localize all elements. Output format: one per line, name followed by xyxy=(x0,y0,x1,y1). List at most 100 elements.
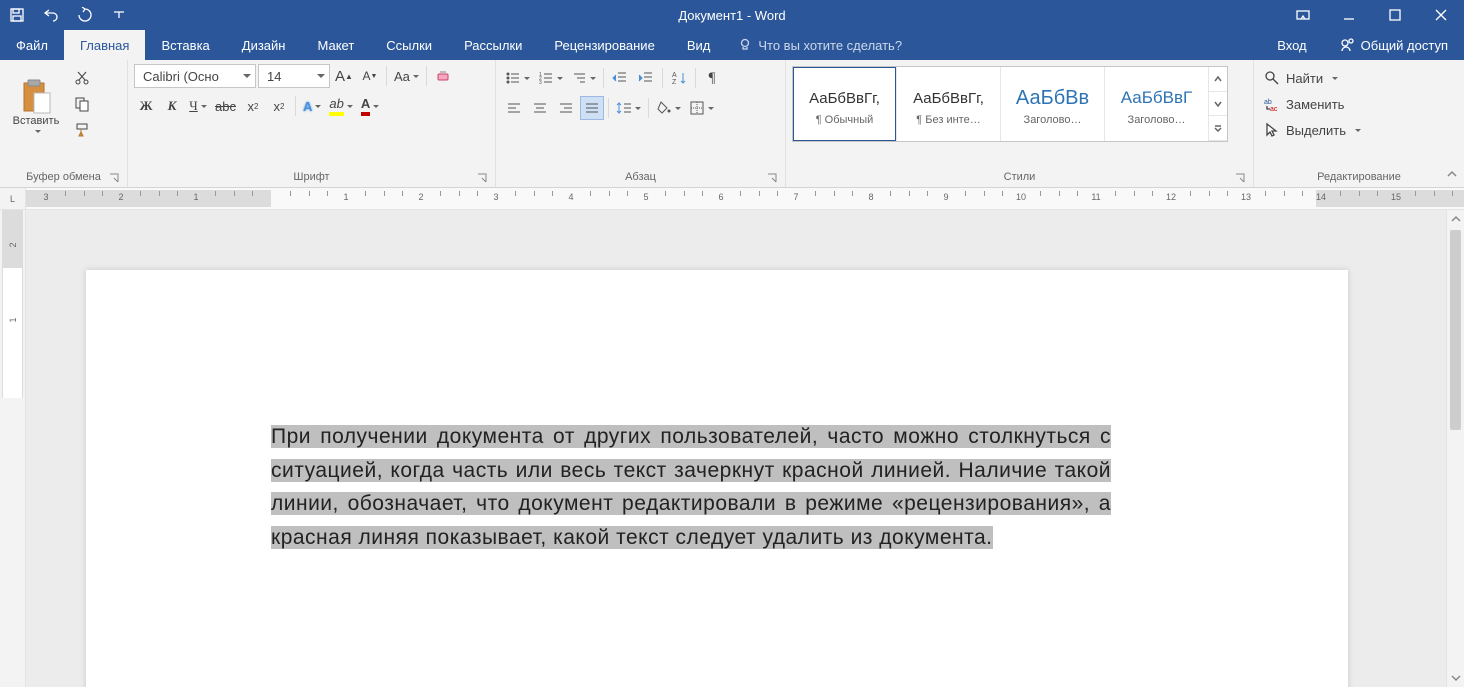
bucket-icon xyxy=(656,100,672,116)
group-clipboard: Вставить Буфер обмена xyxy=(0,60,128,187)
multilevel-icon xyxy=(571,70,587,86)
align-left-button[interactable] xyxy=(502,96,526,120)
vertical-ruler[interactable]: 2 1 xyxy=(0,210,26,687)
decrease-indent-button[interactable] xyxy=(608,66,632,90)
bold-button[interactable]: Ж xyxy=(134,94,158,118)
font-name-combo[interactable]: Calibri (Осно xyxy=(134,64,256,88)
strikethrough-button[interactable]: abc xyxy=(212,94,239,118)
page-viewport[interactable]: При получении документа от других пользо… xyxy=(26,210,1446,687)
scroll-down-icon[interactable] xyxy=(1447,669,1464,687)
tab-insert[interactable]: Вставка xyxy=(145,30,225,60)
numbering-icon: 123 xyxy=(538,70,554,86)
dialog-launcher-icon[interactable] xyxy=(475,171,489,185)
shading-button[interactable] xyxy=(653,96,684,120)
grow-font-button[interactable]: A▲ xyxy=(332,64,356,88)
shrink-font-button[interactable]: A▼ xyxy=(358,64,382,88)
ruler-bar: L 3211234567891011121314151617 xyxy=(0,188,1464,210)
numbering-button[interactable]: 123 xyxy=(535,66,566,90)
clipboard-icon xyxy=(20,79,52,115)
gallery-nav xyxy=(1209,67,1227,141)
font-color-button[interactable]: A xyxy=(358,94,382,118)
change-case-button[interactable]: Aa xyxy=(391,64,422,88)
scroll-thumb[interactable] xyxy=(1450,230,1461,430)
close-icon[interactable] xyxy=(1418,0,1464,30)
show-marks-button[interactable]: ¶ xyxy=(700,66,724,90)
line-spacing-button[interactable] xyxy=(613,96,644,120)
tab-mailings[interactable]: Рассылки xyxy=(448,30,538,60)
format-painter-button[interactable] xyxy=(70,118,94,142)
dialog-launcher-icon[interactable] xyxy=(107,171,121,185)
tab-review[interactable]: Рецензирование xyxy=(538,30,670,60)
style-heading2[interactable]: АаБбВвГЗаголово… xyxy=(1105,67,1209,141)
signin-link[interactable]: Вход xyxy=(1261,30,1322,60)
qat-customize-icon[interactable] xyxy=(102,0,136,30)
superscript-button[interactable]: x2 xyxy=(267,94,291,118)
text-effects-button[interactable]: A xyxy=(300,94,324,118)
tab-view[interactable]: Вид xyxy=(671,30,727,60)
collapse-ribbon-icon[interactable] xyxy=(1446,168,1458,183)
underline-button[interactable]: Ч xyxy=(186,94,210,118)
align-center-icon xyxy=(532,100,548,116)
highlight-button[interactable]: ab xyxy=(326,94,355,118)
window-controls xyxy=(1280,0,1464,30)
maximize-icon[interactable] xyxy=(1372,0,1418,30)
clear-formatting-button[interactable] xyxy=(431,64,455,88)
paste-button[interactable]: Вставить xyxy=(6,64,66,148)
document-body[interactable]: При получении документа от других пользо… xyxy=(271,420,1111,554)
tab-references[interactable]: Ссылки xyxy=(370,30,448,60)
tab-layout[interactable]: Макет xyxy=(301,30,370,60)
align-left-icon xyxy=(506,100,522,116)
gallery-more-icon[interactable] xyxy=(1209,116,1227,141)
dialog-launcher-icon[interactable] xyxy=(765,171,779,185)
replace-button[interactable]: abacЗаменить xyxy=(1260,92,1365,116)
gallery-down-icon[interactable] xyxy=(1209,92,1227,117)
tab-home[interactable]: Главная xyxy=(64,30,145,60)
selected-text[interactable]: При получении документа от других пользо… xyxy=(271,425,1111,549)
styles-gallery: АаБбВвГг,¶ Обычный АаБбВвГг,¶ Без инте… … xyxy=(792,66,1228,142)
borders-icon xyxy=(689,100,705,116)
vertical-scrollbar[interactable] xyxy=(1446,210,1464,687)
minimize-icon[interactable] xyxy=(1326,0,1372,30)
cut-button[interactable] xyxy=(70,66,94,90)
svg-text:ab: ab xyxy=(1264,99,1272,106)
align-right-button[interactable] xyxy=(554,96,578,120)
scroll-up-icon[interactable] xyxy=(1447,210,1464,228)
select-button[interactable]: Выделить xyxy=(1260,118,1365,142)
align-center-button[interactable] xyxy=(528,96,552,120)
share-button[interactable]: Общий доступ xyxy=(1323,30,1464,60)
tell-me-placeholder: Что вы хотите сделать? xyxy=(758,38,902,53)
undo-icon[interactable] xyxy=(34,0,68,30)
tab-design[interactable]: Дизайн xyxy=(226,30,302,60)
sort-button[interactable]: AZ xyxy=(667,66,691,90)
cursor-icon xyxy=(1264,122,1280,138)
save-icon[interactable] xyxy=(0,0,34,30)
style-normal[interactable]: АаБбВвГг,¶ Обычный xyxy=(793,67,897,141)
style-no-spacing[interactable]: АаБбВвГг,¶ Без инте… xyxy=(897,67,1001,141)
find-button[interactable]: Найти xyxy=(1260,66,1365,90)
brush-icon xyxy=(74,122,90,138)
borders-button[interactable] xyxy=(686,96,717,120)
tell-me-search[interactable]: Что вы хотите сделать? xyxy=(726,30,914,60)
bullets-button[interactable] xyxy=(502,66,533,90)
gallery-up-icon[interactable] xyxy=(1209,67,1227,92)
subscript-button[interactable]: x2 xyxy=(241,94,265,118)
svg-text:ac: ac xyxy=(1270,106,1278,112)
lightbulb-icon xyxy=(738,38,752,52)
tab-file[interactable]: Файл xyxy=(0,30,64,60)
justify-button[interactable] xyxy=(580,96,604,120)
title-bar: Документ1 - Word xyxy=(0,0,1464,30)
font-size-combo[interactable]: 14 xyxy=(258,64,330,88)
horizontal-ruler[interactable]: 3211234567891011121314151617 xyxy=(26,188,1464,209)
copy-button[interactable] xyxy=(70,92,94,116)
italic-button[interactable]: К xyxy=(160,94,184,118)
redo-icon[interactable] xyxy=(68,0,102,30)
increase-indent-button[interactable] xyxy=(634,66,658,90)
ribbon-display-icon[interactable] xyxy=(1280,0,1326,30)
style-heading1[interactable]: АаБбВвЗаголово… xyxy=(1001,67,1105,141)
window-title: Документ1 - Word xyxy=(0,8,1464,23)
document-area: 2 1 При получении документа от других по… xyxy=(0,210,1464,687)
multilevel-button[interactable] xyxy=(568,66,599,90)
tab-selector[interactable]: L xyxy=(0,188,26,209)
dialog-launcher-icon[interactable] xyxy=(1233,171,1247,185)
ribbon-tabs: Файл Главная Вставка Дизайн Макет Ссылки… xyxy=(0,30,1464,60)
